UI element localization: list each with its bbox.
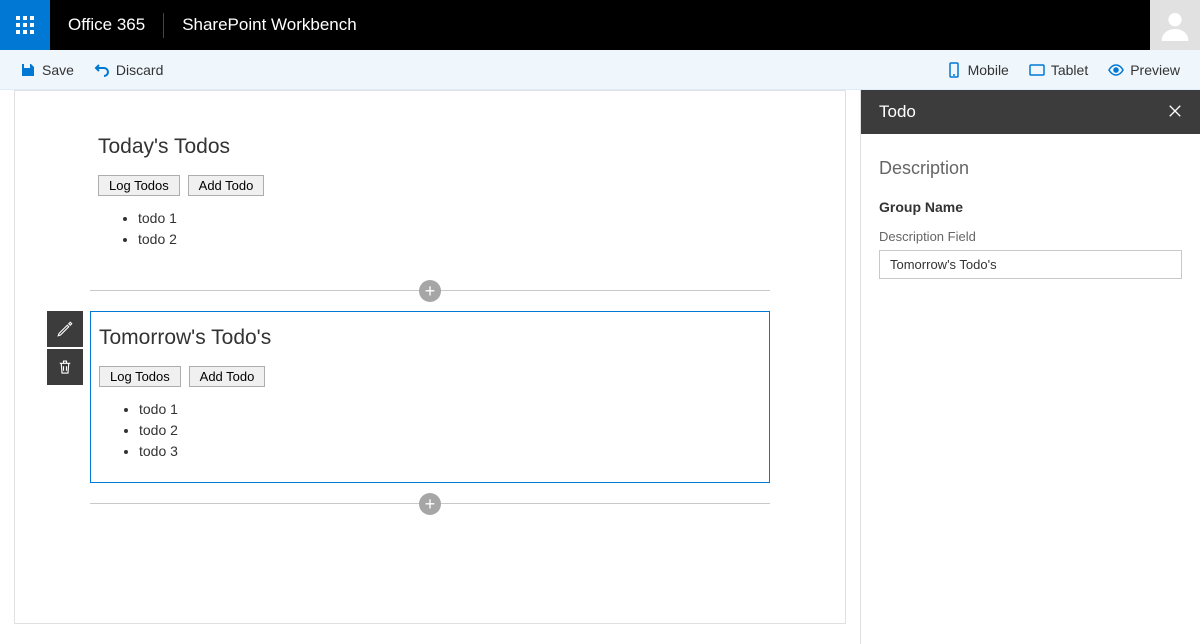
add-webpart-button[interactable]: + — [419, 493, 441, 515]
app-launcher-button[interactable] — [0, 0, 50, 50]
edit-webpart-button[interactable] — [47, 311, 83, 347]
webpart-toolbar — [47, 311, 83, 387]
brand-label: Office 365 — [50, 0, 163, 50]
add-todo-button[interactable]: Add Todo — [189, 366, 266, 387]
person-icon — [1159, 9, 1191, 41]
todo-item: todo 2 — [139, 420, 761, 441]
log-todos-button[interactable]: Log Todos — [98, 175, 180, 196]
webpart-title: Tomorrow's Todo's — [99, 326, 761, 350]
eye-icon — [1108, 62, 1124, 78]
mobile-label: Mobile — [968, 62, 1009, 78]
add-webpart-divider: + — [90, 290, 770, 291]
user-avatar[interactable] — [1150, 0, 1200, 50]
preview-button[interactable]: Preview — [1098, 50, 1190, 89]
waffle-icon — [16, 16, 34, 34]
tablet-icon — [1029, 62, 1045, 78]
command-bar: Save Discard Mobile Tablet Preview — [0, 50, 1200, 90]
pencil-icon — [56, 320, 74, 338]
save-button[interactable]: Save — [10, 50, 84, 89]
todo-list: todo 1 todo 2 todo 3 — [139, 399, 761, 462]
discard-label: Discard — [116, 62, 163, 78]
webpart-tomorrow[interactable]: Tomorrow's Todo's Log Todos Add Todo tod… — [90, 311, 770, 483]
property-pane: Todo Description Group Name Description … — [860, 90, 1200, 644]
todo-item: todo 3 — [139, 441, 761, 462]
webpart-zone: Today's Todos Log Todos Add Todo todo 1 … — [90, 121, 770, 504]
delete-webpart-button[interactable] — [47, 349, 83, 385]
webpart-today[interactable]: Today's Todos Log Todos Add Todo todo 1 … — [90, 121, 770, 270]
workbench-canvas: Today's Todos Log Todos Add Todo todo 1 … — [0, 90, 860, 644]
property-pane-title: Todo — [879, 102, 916, 122]
trash-icon — [56, 358, 74, 376]
preview-label: Preview — [1130, 62, 1180, 78]
undo-icon — [94, 62, 110, 78]
add-webpart-divider: + — [90, 503, 770, 504]
add-todo-button[interactable]: Add Todo — [188, 175, 265, 196]
suite-bar: Office 365 SharePoint Workbench — [0, 0, 1200, 50]
todo-list: todo 1 todo 2 — [138, 208, 762, 250]
todo-item: todo 1 — [138, 208, 762, 229]
add-webpart-button[interactable]: + — [419, 280, 441, 302]
property-pane-header: Todo — [861, 90, 1200, 134]
property-section-title: Description — [879, 158, 1182, 179]
close-icon — [1168, 104, 1182, 118]
save-label: Save — [42, 62, 74, 78]
log-todos-button[interactable]: Log Todos — [99, 366, 181, 387]
product-label: SharePoint Workbench — [164, 0, 375, 50]
close-pane-button[interactable] — [1168, 102, 1182, 123]
todo-item: todo 2 — [138, 229, 762, 250]
todo-item: todo 1 — [139, 399, 761, 420]
property-field-label: Description Field — [879, 229, 1182, 244]
property-group-name: Group Name — [879, 199, 1182, 215]
tablet-button[interactable]: Tablet — [1019, 50, 1098, 89]
description-input[interactable] — [879, 250, 1182, 279]
discard-button[interactable]: Discard — [84, 50, 173, 89]
save-icon — [20, 62, 36, 78]
mobile-icon — [946, 62, 962, 78]
mobile-button[interactable]: Mobile — [936, 50, 1019, 89]
webpart-title: Today's Todos — [98, 135, 762, 159]
tablet-label: Tablet — [1051, 62, 1088, 78]
